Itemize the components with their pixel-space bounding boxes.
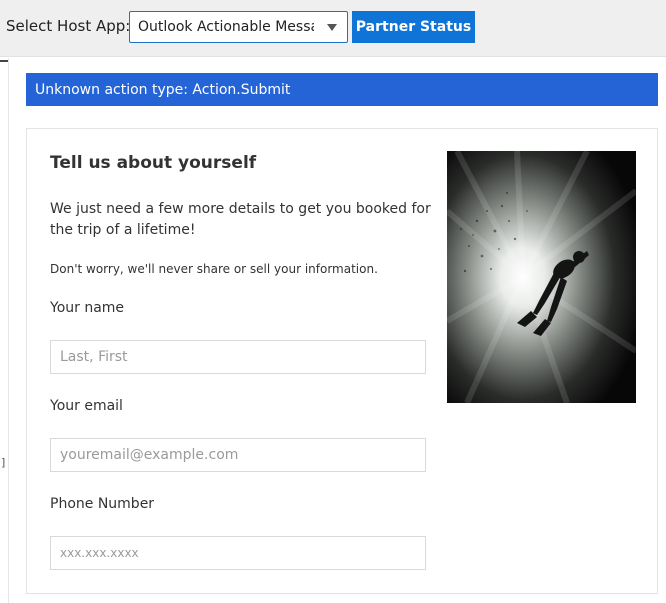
phone-label: Phone Number <box>50 496 155 512</box>
email-label: Your email <box>50 398 123 414</box>
host-app-label: Select Host App: <box>6 17 131 35</box>
scuba-diver-photo <box>447 151 636 403</box>
email-input[interactable] <box>50 438 426 472</box>
chevron-down-icon <box>327 24 337 31</box>
partner-status-button[interactable]: Partner Status <box>352 11 475 43</box>
phone-input[interactable] <box>50 536 426 570</box>
card-description: We just need a few more details to get y… <box>50 201 431 238</box>
left-pane-edge: ] <box>0 58 9 603</box>
privacy-note: Don't worry, we'll never share or sell y… <box>50 262 378 276</box>
scuba-diver-image <box>447 151 636 403</box>
collapse-icon[interactable] <box>0 60 8 62</box>
card-title: Tell us about yourself <box>50 153 257 173</box>
error-banner: Unknown action type: Action.Submit <box>26 73 658 106</box>
adaptive-card: Tell us about yourself We just need a fe… <box>26 128 658 594</box>
host-app-select-value: Outlook Actionable Messages <box>138 19 314 35</box>
error-banner-text: Unknown action type: Action.Submit <box>35 82 291 98</box>
name-input[interactable] <box>50 340 426 374</box>
host-app-select[interactable]: Outlook Actionable Messages <box>129 11 348 43</box>
toolbar: Select Host App: Outlook Actionable Mess… <box>0 0 666 57</box>
name-label: Your name <box>50 300 125 316</box>
bracket-icon: ] <box>1 456 6 469</box>
